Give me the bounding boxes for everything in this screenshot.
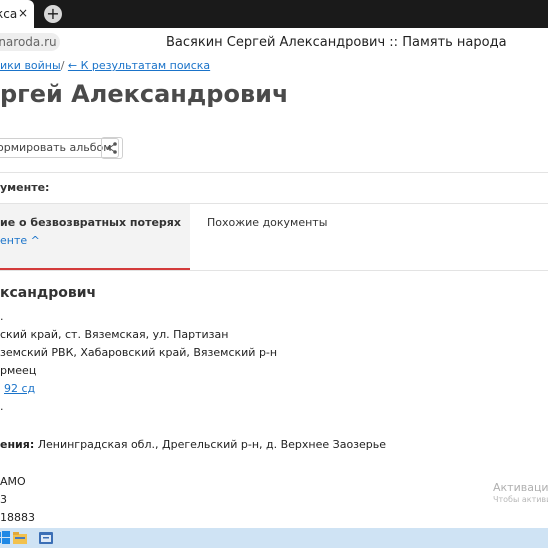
tab-losses-info[interactable]: ие о безвозвратных потерях енте ^: [0, 204, 190, 270]
page-title: ргей Александрович: [0, 80, 289, 108]
share-button[interactable]: [101, 137, 123, 159]
document-tabs: ие о безвозвратных потерях енте ^ Похожи…: [0, 203, 548, 271]
breadcrumb-separator: /: [60, 59, 65, 72]
detail-fund: 3: [0, 493, 7, 506]
url-chip[interactable]: -naroda.ru: [0, 33, 60, 51]
taskbar: [0, 528, 548, 548]
detail-unit: 92 сд: [0, 382, 35, 395]
tab-title: кса: [0, 7, 18, 21]
close-icon[interactable]: ×: [18, 6, 28, 20]
breadcrumb-link-heroes[interactable]: ики войны: [0, 59, 61, 72]
detail-row: .: [0, 310, 4, 323]
activation-watermark-sub: Чтобы активир: [493, 495, 548, 504]
browser-icon[interactable]: [38, 530, 54, 546]
divider: [0, 172, 548, 173]
detail-draft-office: земский РВК, Хабаровский край, Вяземский…: [0, 346, 278, 359]
new-tab-button[interactable]: +: [44, 5, 62, 23]
tab-similar-documents[interactable]: Похожие документы: [207, 216, 327, 229]
detail-inventory: 18883: [0, 511, 35, 524]
activation-watermark: Активация W: [493, 481, 548, 494]
share-icon: [107, 142, 117, 154]
folder-icon[interactable]: [12, 530, 28, 546]
person-name: ксандрович: [0, 285, 97, 301]
burial-value: Ленинградская обл., Дрегельский р-н, д. …: [34, 438, 387, 451]
tab-losses-title: ие о безвозвратных потерях: [0, 216, 181, 229]
burial-label: ения:: [0, 438, 35, 451]
detail-archive: АМО: [0, 475, 26, 488]
back-to-results-link[interactable]: ← К результатам поиска: [68, 59, 210, 72]
tab-document-toggle[interactable]: енте ^: [0, 234, 40, 247]
detail-row: .: [0, 400, 4, 413]
url-text: -naroda.ru: [0, 35, 57, 49]
detail-rank: рмеец: [0, 364, 37, 377]
unit-link[interactable]: 92 сд: [4, 382, 35, 395]
window-title: Васякин Сергей Александрович :: Память н…: [166, 35, 507, 50]
windows-icon[interactable]: [0, 530, 10, 546]
address-bar: -naroda.ru Васякин Сергей Александрович …: [0, 28, 548, 58]
detail-burial-place: ения: Ленинградская обл., Дрегельский р-…: [0, 438, 386, 451]
breadcrumb: ики войны/ ← К результатам поиска: [0, 59, 210, 72]
browser-tab-bar: кса × +: [0, 0, 548, 28]
browser-tab[interactable]: кса ×: [0, 0, 34, 28]
detail-birthplace: ский край, ст. Вяземская, ул. Партизан: [0, 328, 229, 341]
document-heading: ументе:: [0, 181, 50, 194]
